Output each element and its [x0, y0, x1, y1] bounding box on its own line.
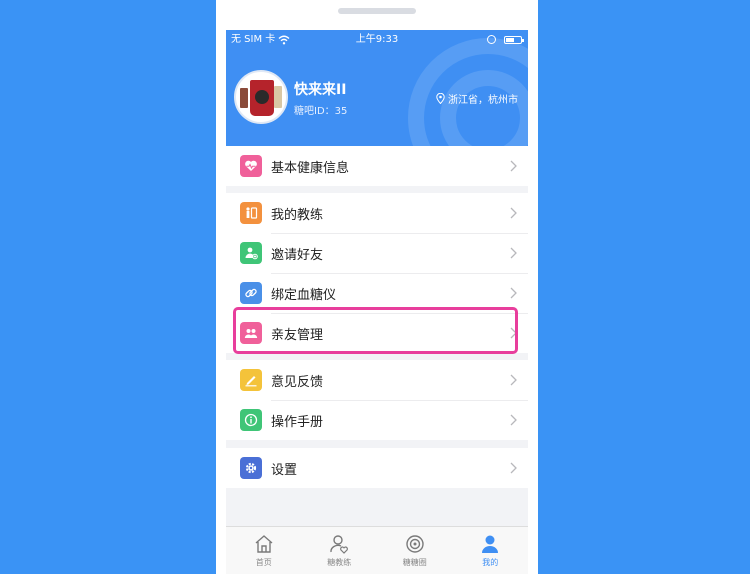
phone-speaker — [338, 8, 416, 14]
tab-label: 糖糖圈 — [402, 558, 427, 567]
home-icon — [255, 535, 273, 553]
invite-friend-icon — [240, 242, 262, 264]
settings-gear-icon — [240, 457, 262, 479]
menu-item-label: 绑定血糖仪 — [271, 287, 337, 303]
tab-home[interactable]: 首页 — [226, 527, 302, 574]
circle-target-icon — [406, 535, 424, 553]
menu-item-bind-glucose-meter[interactable]: 绑定血糖仪 — [226, 273, 528, 313]
user-id: 糖吧ID：35 — [294, 106, 348, 117]
phone-frame: 无 SIM 卡 上午9:33 快来来II 糖吧ID：35 浙江省，杭州市 基本健… — [216, 0, 538, 574]
menu-item-settings[interactable]: 设置 — [226, 448, 528, 488]
tab-label: 首页 — [255, 558, 272, 567]
menu-item-feedback[interactable]: 意见反馈 — [226, 360, 528, 400]
chevron-right-icon — [510, 462, 517, 474]
chevron-right-icon — [510, 160, 517, 172]
menu-group-social: 我的教练 邀请好友 绑定血糖仪 亲友管理 — [226, 193, 528, 353]
coach-heart-icon — [330, 535, 349, 554]
menu-item-family-management[interactable]: 亲友管理 — [226, 313, 528, 353]
menu-item-label: 我的教练 — [271, 207, 324, 223]
location: 浙江省，杭州市 — [436, 91, 518, 106]
chevron-right-icon — [510, 414, 517, 426]
menu-item-label: 意见反馈 — [271, 374, 324, 390]
tab-label: 我的 — [482, 558, 499, 567]
coach-icon — [240, 202, 262, 224]
chevron-right-icon — [510, 374, 517, 386]
menu-item-user-manual[interactable]: 操作手册 — [226, 400, 528, 440]
menu-item-label: 设置 — [271, 462, 298, 478]
link-icon — [240, 282, 262, 304]
menu-item-label: 亲友管理 — [271, 327, 324, 343]
manual-info-icon — [240, 409, 262, 431]
bottom-tab-bar: 首页 糖教练 糖糖圈 我的 — [226, 526, 528, 574]
orientation-lock-icon — [487, 35, 496, 44]
username: 快来来II — [294, 82, 347, 98]
menu-item-label: 基本健康信息 — [271, 160, 350, 176]
user-icon — [482, 535, 499, 553]
chevron-right-icon — [510, 287, 517, 299]
tab-mine[interactable]: 我的 — [453, 527, 529, 574]
chevron-right-icon — [510, 247, 517, 259]
profile-header: 无 SIM 卡 上午9:33 快来来II 糖吧ID：35 浙江省，杭州市 — [226, 30, 528, 146]
status-bar: 无 SIM 卡 上午9:33 — [226, 30, 528, 50]
menu-group-health: 基本健康信息 — [226, 146, 528, 186]
tab-sugar-circle[interactable]: 糖糖圈 — [377, 527, 453, 574]
tab-sugar-coach[interactable]: 糖教练 — [302, 527, 378, 574]
location-pin-icon — [436, 93, 445, 104]
app-screen: 无 SIM 卡 上午9:33 快来来II 糖吧ID：35 浙江省，杭州市 基本健… — [226, 30, 528, 574]
chevron-right-icon — [510, 207, 517, 219]
chevron-right-icon — [510, 327, 517, 339]
menu-group-support: 意见反馈 操作手册 — [226, 360, 528, 440]
menu-item-invite-friends[interactable]: 邀请好友 — [226, 233, 528, 273]
family-icon — [240, 322, 262, 344]
menu-item-basic-health-info[interactable]: 基本健康信息 — [226, 146, 528, 186]
menu-item-label: 邀请好友 — [271, 247, 324, 263]
location-text: 浙江省，杭州市 — [448, 95, 518, 106]
menu-group-settings: 设置 — [226, 448, 528, 488]
clock-time: 上午9:33 — [355, 34, 399, 45]
feedback-pen-icon — [240, 369, 262, 391]
battery-icon — [504, 36, 524, 44]
menu-item-label: 操作手册 — [271, 414, 324, 430]
menu-item-my-coach[interactable]: 我的教练 — [226, 193, 528, 233]
heart-monitor-icon — [240, 155, 262, 177]
tab-label: 糖教练 — [327, 558, 352, 567]
avatar[interactable] — [234, 70, 288, 124]
